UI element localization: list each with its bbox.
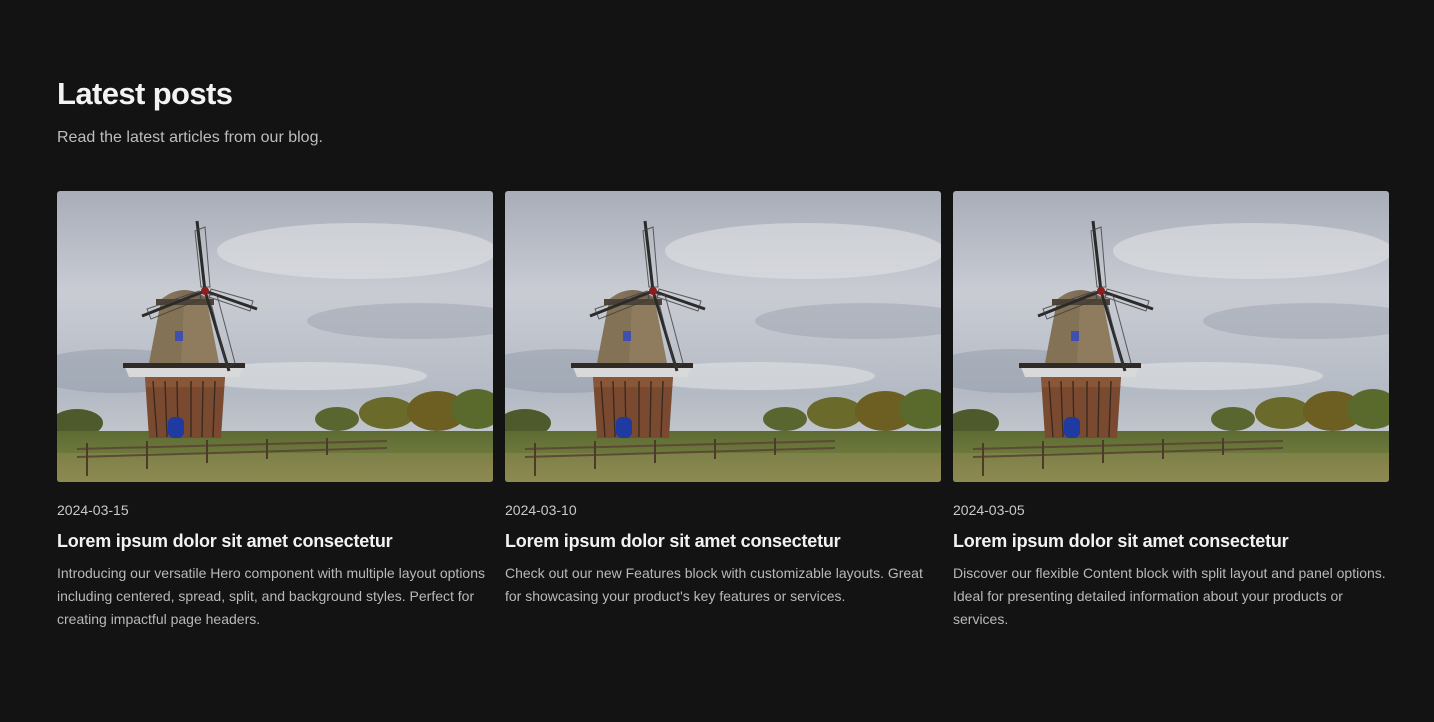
post-date: 2024-03-05 [953, 502, 1025, 518]
post-date: 2024-03-15 [57, 502, 129, 518]
post-card[interactable]: 2024-03-05 Lorem ipsum dolor sit amet co… [953, 191, 1389, 631]
post-date: 2024-03-10 [505, 502, 577, 518]
section-title: Latest posts [57, 76, 233, 111]
post-excerpt: Check out our new Features block with cu… [505, 565, 923, 604]
posts-grid: 2024-03-15 Lorem ipsum dolor sit amet co… [57, 191, 1391, 631]
post-excerpt: Discover our flexible Content block with… [953, 565, 1386, 627]
post-title-link[interactable]: Lorem ipsum dolor sit amet consectetur [953, 530, 1389, 552]
post-thumbnail-link[interactable] [57, 191, 493, 482]
post-card[interactable]: 2024-03-15 Lorem ipsum dolor sit amet co… [57, 191, 493, 631]
post-excerpt: Introducing our versatile Hero component… [57, 565, 486, 627]
post-title-link[interactable]: Lorem ipsum dolor sit amet consectetur [505, 530, 941, 552]
windmill-photo [505, 191, 941, 482]
post-thumbnail-link[interactable] [953, 191, 1389, 482]
windmill-photo [953, 191, 1389, 482]
section-subtitle: Read the latest articles from our blog. [57, 129, 323, 146]
windmill-photo [57, 191, 493, 482]
post-title-link[interactable]: Lorem ipsum dolor sit amet consectetur [57, 530, 493, 552]
post-thumbnail-link[interactable] [505, 191, 941, 482]
post-card[interactable]: 2024-03-10 Lorem ipsum dolor sit amet co… [505, 191, 941, 631]
